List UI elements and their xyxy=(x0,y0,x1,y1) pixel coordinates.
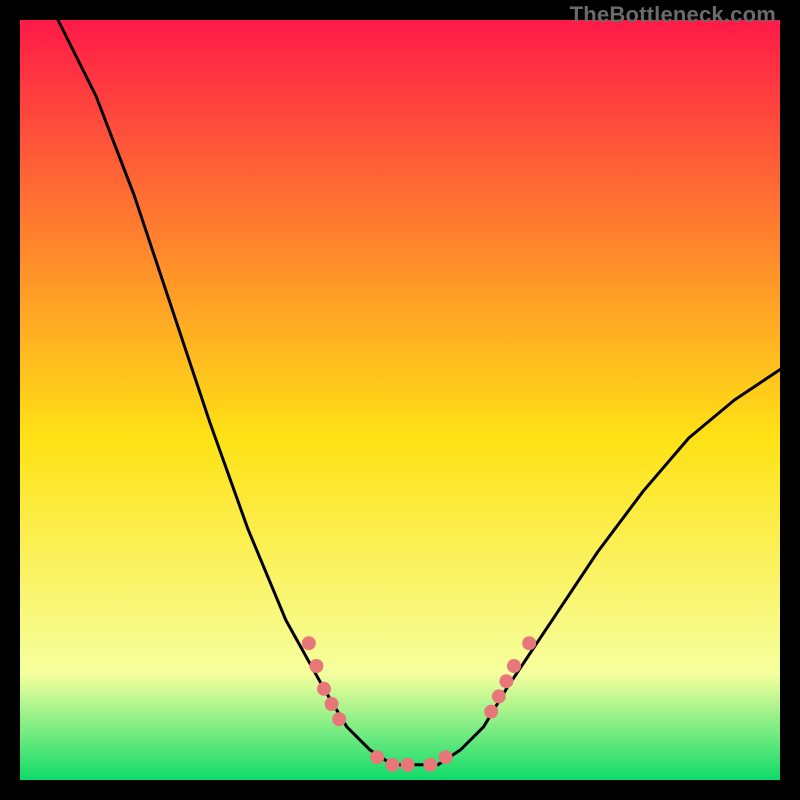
curve-marker xyxy=(522,636,536,650)
bottleneck-plot xyxy=(20,20,780,780)
curve-marker xyxy=(332,712,346,726)
curve-marker xyxy=(484,705,498,719)
curve-marker xyxy=(507,659,521,673)
curve-marker xyxy=(401,758,415,772)
curve-marker xyxy=(423,758,437,772)
curve-marker xyxy=(492,689,506,703)
curve-marker xyxy=(385,758,399,772)
curve-marker xyxy=(370,750,384,764)
curve-marker xyxy=(309,659,323,673)
gradient-background xyxy=(20,20,780,780)
curve-marker xyxy=(317,682,331,696)
watermark-text: TheBottleneck.com xyxy=(570,2,776,28)
curve-marker xyxy=(325,697,339,711)
chart-frame xyxy=(20,20,780,780)
curve-marker xyxy=(439,750,453,764)
curve-marker xyxy=(499,674,513,688)
curve-marker xyxy=(302,636,316,650)
